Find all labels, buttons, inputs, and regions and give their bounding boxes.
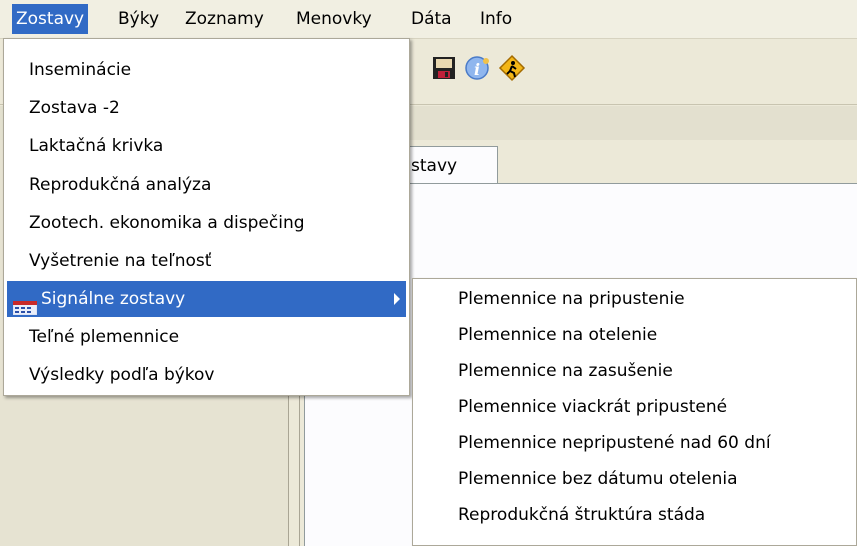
- menu-item-inseminacie[interactable]: Inseminácie: [7, 52, 406, 88]
- signalne-zostavy-submenu: Plemennice na pripustenie Plemennice na …: [412, 278, 857, 546]
- menu-item-telne-plemennice[interactable]: Teľné plemennice: [7, 319, 406, 355]
- save-icon[interactable]: [430, 54, 458, 82]
- menu-item-vysetrenie-na-telnost[interactable]: Vyšetrenie na teľnosť: [7, 243, 406, 279]
- submenu-item-reprodukcna-struktura[interactable]: Reprodukčná štruktúra stáda: [416, 499, 853, 531]
- menu-menovky[interactable]: Menovky: [292, 4, 376, 34]
- report-icon: [12, 292, 38, 316]
- menu-data[interactable]: Dáta: [407, 4, 456, 34]
- menu-zoznamy[interactable]: Zoznamy: [181, 4, 268, 34]
- menu-byky[interactable]: Býky: [114, 4, 163, 34]
- menu-item-zootech-ekonomika[interactable]: Zootech. ekonomika a dispečing: [7, 205, 406, 241]
- menu-zostavy[interactable]: Zostavy: [12, 4, 89, 34]
- submenu-item-na-zasusenie[interactable]: Plemennice na zasušenie: [416, 355, 853, 387]
- menu-item-laktacna-krivka[interactable]: Laktačná krivka: [7, 128, 406, 164]
- menu-info[interactable]: Info: [476, 4, 516, 34]
- menu-item-zostava-2[interactable]: Zostava -2: [7, 90, 406, 126]
- submenu-item-na-otelenie[interactable]: Plemennice na otelenie: [416, 319, 853, 351]
- submenu-item-na-pripustenie[interactable]: Plemennice na pripustenie: [416, 283, 853, 315]
- menu-item-reprodukcna-analyza[interactable]: Reprodukčná analýza: [7, 167, 406, 203]
- submenu-item-viackrat-pripustene[interactable]: Plemennice viackrát pripustené: [416, 391, 853, 423]
- svg-text:i: i: [474, 60, 480, 79]
- info-icon[interactable]: i: [464, 54, 492, 82]
- menu-item-vysledky-podla-bykov[interactable]: Výsledky podľa býkov: [7, 357, 406, 393]
- menu-item-signalne-zostavy[interactable]: Signálne zostavy: [7, 281, 406, 317]
- submenu-item-bez-datumu-otelenia[interactable]: Plemennice bez dátumu otelenia: [416, 463, 853, 495]
- menu-bar: Zostavy Býky Zoznamy Menovky Dáta Info: [0, 0, 857, 39]
- menu-item-signalne-zostavy-label: Signálne zostavy: [41, 289, 186, 309]
- submenu-item-nepripustene-nad-60[interactable]: Plemennice nepripustené nad 60 dní: [416, 427, 853, 459]
- submenu-arrow-icon: [394, 293, 400, 305]
- zostavy-menu: Inseminácie Zostava -2 Laktačná krivka R…: [3, 38, 410, 396]
- exit-icon[interactable]: [498, 54, 526, 82]
